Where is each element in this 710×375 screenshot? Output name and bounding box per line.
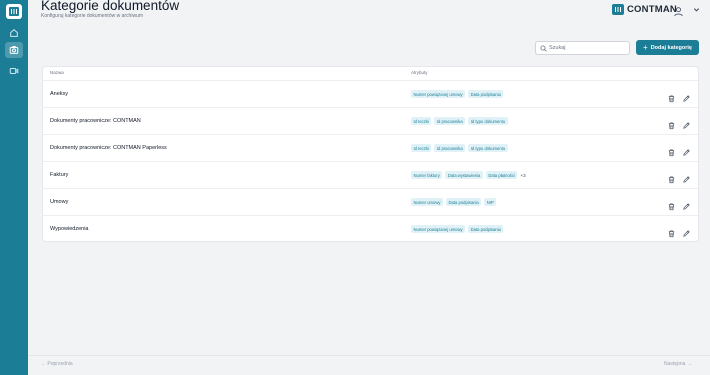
attribute-tag: Data podpisania [468,90,504,98]
category-name: Dokumenty pracownicze: CONTMAN [50,118,141,124]
attribute-tag: Id pracownika [434,117,466,125]
trash-icon[interactable] [667,90,676,103]
attribute-tag: Numer umowy [411,198,443,206]
brand: CONTMAN [612,4,677,15]
category-name: Faktury [50,172,69,178]
table-row[interactable]: Dokumenty pracownicze: CONTMAN Id teczki I… [43,108,698,135]
pencil-icon[interactable] [682,198,691,210]
page-subtitle: Konfiguruj kategorie dokumentów w archiw… [41,13,143,19]
attribute-tag: Id typu dokumentu [468,144,508,152]
attribute-tag: Data wystawienia [445,171,483,179]
previous-page-button[interactable]: ← Poprzednia [41,361,73,367]
trash-icon[interactable] [667,225,676,238]
next-page-button[interactable]: Następna → [664,361,692,367]
table-row[interactable]: Wypowiedzenia Numer powiązanej umowy Data … [43,216,698,243]
attribute-tag: Id teczki [411,117,432,125]
brand-logo-icon [612,4,624,15]
trash-icon[interactable] [667,144,676,157]
search-input-wrapper[interactable] [535,41,630,55]
categories-table: Nazwa Atrybuty Aneksy Numer powiązanej um… [42,66,699,242]
table-row[interactable]: Faktury Numer faktury Data wystawienia Data… [43,162,698,189]
trash-icon[interactable] [667,171,676,184]
video-camera-icon[interactable] [5,63,23,79]
attribute-tag: NIP [484,198,497,206]
pencil-icon[interactable] [682,117,691,129]
attribute-tag: Numer powiązanej umowy [411,225,466,233]
attribute-tag: Data podpisania [446,198,482,206]
attribute-tags: Numer faktury Data wystawienia Data płatno… [411,171,526,179]
pencil-icon[interactable] [682,225,691,237]
pencil-icon[interactable] [682,171,691,183]
attribute-tag: Id teczki [411,144,432,152]
attribute-tag: Data płatności [485,171,518,179]
app-logo-icon[interactable] [6,4,22,19]
trash-icon[interactable] [667,198,676,211]
attribute-tags: Id teczki Id pracownika Id typu dokumentu [411,117,508,125]
attribute-tag: Id pracownika [434,144,466,152]
add-category-label: Dodaj kategorię [650,44,692,51]
table-row[interactable]: Umowy Numer umowy Data podpisania NIP [43,189,698,216]
attribute-tags: Numer umowy Data podpisania NIP [411,198,497,206]
attribute-tags: Id teczki Id pracownika Id typu dokumentu [411,144,508,152]
table-header: Nazwa Atrybuty [43,67,698,81]
page-header: Kategorie dokumentów Konfiguruj kategori… [28,0,710,28]
attribute-tag: Numer faktury [411,171,443,179]
attribute-tag: Id typu dokumentu [468,117,508,125]
category-name: Wypowiedzenia [50,226,89,232]
pencil-icon[interactable] [682,144,691,156]
category-name: Aneksy [50,91,69,97]
more-attributes-count[interactable]: +3 [520,173,525,178]
add-category-button[interactable]: + Dodaj kategorię [636,40,699,55]
search-input[interactable] [549,43,627,53]
category-name: Dokumenty pracownicze: CONTMAN Paperless [50,145,167,151]
attribute-tag: Data podpisania [468,225,504,233]
attribute-tag: Numer powiązanej umowy [411,90,466,98]
table-row[interactable]: Dokumenty pracownicze: CONTMAN Paperless… [43,135,698,162]
search-icon [540,45,547,52]
attribute-tags: Numer powiązanej umowy Data podpisania [411,225,504,233]
page-title: Kategorie dokumentów [41,0,180,13]
pencil-icon[interactable] [682,90,691,102]
brand-name: CONTMAN [627,4,677,15]
column-header-name: Nazwa [50,70,64,75]
plus-icon: + [643,42,648,52]
chevron-down-icon[interactable] [690,3,702,15]
user-icon[interactable] [673,4,684,17]
column-header-attributes: Atrybuty [411,70,428,75]
pagination: ← Poprzednia Następna → [28,355,710,375]
sidebar [0,0,28,375]
table-row[interactable]: Aneksy Numer powiązanej umowy Data podpisa… [43,81,698,108]
category-name: Umowy [50,199,69,205]
home-icon[interactable] [5,25,23,41]
folder-camera-icon[interactable] [5,42,23,58]
trash-icon[interactable] [667,117,676,130]
attribute-tags: Numer powiązanej umowy Data podpisania [411,90,504,98]
